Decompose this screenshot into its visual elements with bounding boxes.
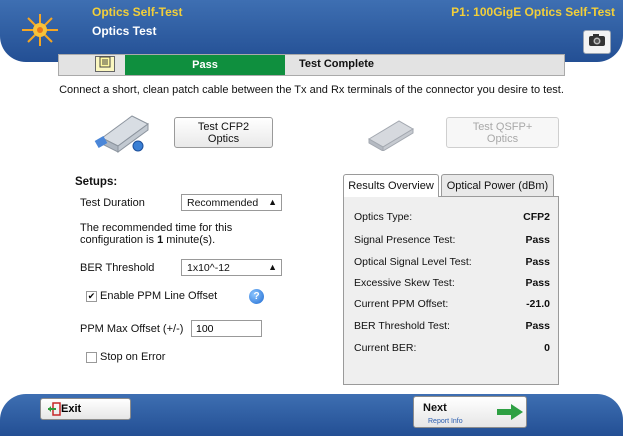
spinner-arrows-icon: ▲︎	[268, 197, 277, 207]
ppm-max-input[interactable]: 100	[191, 320, 262, 337]
sub-title: Optics Test	[92, 24, 157, 38]
test-duration-select[interactable]: Recommended ▲︎	[181, 194, 282, 211]
result-row-current-ber: Current BER: 0	[354, 342, 550, 354]
info-icon[interactable]: ?	[249, 289, 264, 304]
exit-button[interactable]: Exit	[40, 398, 131, 420]
result-row-optical-signal-level: Optical Signal Level Test: Pass	[354, 256, 550, 268]
exit-label: Exit	[61, 403, 82, 415]
tab-optical-power[interactable]: Optical Power (dBm)	[441, 174, 554, 196]
result-row-optics-type: Optics Type: CFP2	[354, 211, 550, 223]
status-bar: Pass Test Complete	[58, 54, 565, 76]
test-result-badge: Pass	[125, 55, 285, 75]
test-cfp2-button[interactable]: Test CFP2 Optics	[174, 117, 273, 148]
test-duration-label: Test Duration	[80, 197, 145, 209]
test-duration-value: Recommended	[187, 196, 259, 209]
cfp2-module-icon	[92, 110, 150, 161]
result-row-ppm-offset: Current PPM Offset: -21.0	[354, 298, 550, 310]
ppm-max-label: PPM Max Offset (+/-)	[80, 323, 184, 335]
stop-on-error-label: Stop on Error	[100, 351, 166, 363]
exit-door-icon	[47, 402, 61, 419]
recommended-text-line2: configuration is 1 minute(s).	[80, 234, 216, 246]
camera-button[interactable]	[583, 30, 611, 54]
tab-results-overview[interactable]: Results Overview	[343, 174, 439, 197]
camera-icon	[588, 33, 606, 52]
notepad-icon	[99, 55, 111, 73]
next-sublabel: Report Info	[428, 418, 463, 425]
recommended-minutes: 1	[157, 234, 164, 246]
arrow-right-icon	[496, 403, 524, 426]
ber-threshold-select[interactable]: 1x10^-12 ▲︎	[181, 259, 282, 276]
header-bar: Optics Self-Test Optics Test P1: 100GigE…	[0, 0, 623, 62]
result-row-ber-threshold: BER Threshold Test: Pass	[354, 320, 550, 332]
enable-ppm-label: Enable PPM Line Offset	[100, 290, 218, 302]
notes-button[interactable]	[95, 56, 115, 72]
spinner-arrows-icon: ▲︎	[268, 262, 277, 272]
recommended-text-line1: The recommended time for this	[80, 222, 233, 234]
port-title: P1: 100GigE Optics Self-Test	[451, 5, 615, 19]
test-status-message: Test Complete	[299, 58, 374, 70]
result-row-signal-presence: Signal Presence Test: Pass	[354, 234, 550, 246]
enable-ppm-checkbox[interactable]: ✔	[86, 291, 97, 302]
instruction-text: Connect a short, clean patch cable betwe…	[59, 84, 564, 96]
next-button[interactable]: Next Report Info	[413, 396, 527, 428]
result-row-excessive-skew: Excessive Skew Test: Pass	[354, 277, 550, 289]
next-label: Next	[423, 402, 447, 414]
stop-on-error-checkbox[interactable]	[86, 352, 97, 363]
results-panel: Optics Type: CFP2 Signal Presence Test: …	[343, 196, 559, 385]
ber-threshold-label: BER Threshold	[80, 262, 155, 274]
sunburst-logo-icon	[20, 12, 60, 48]
test-qsfp-button[interactable]: Test QSFP+ Optics	[446, 117, 559, 148]
app-title: Optics Self-Test	[92, 5, 183, 19]
qsfp-module-icon	[363, 117, 415, 156]
ber-threshold-value: 1x10^-12	[187, 261, 230, 274]
setups-heading: Setups:	[75, 176, 118, 188]
